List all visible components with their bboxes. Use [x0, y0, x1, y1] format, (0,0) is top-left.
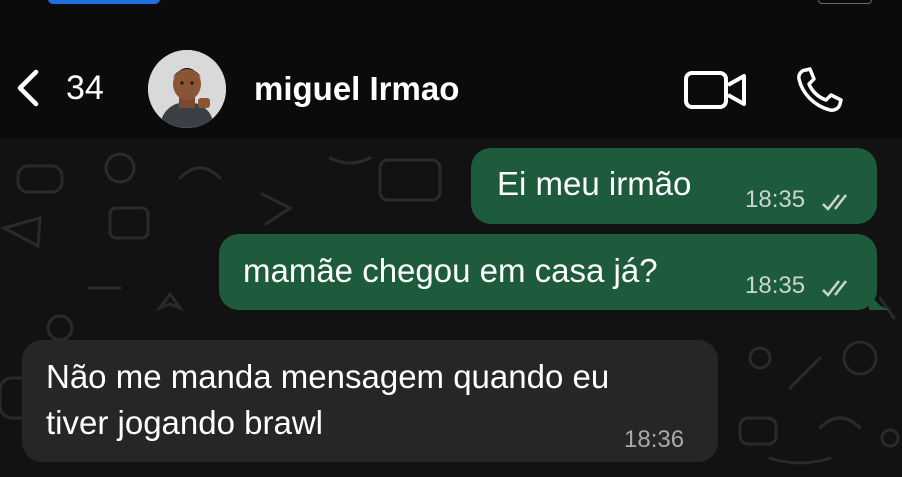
contact-name[interactable]: miguel Irmao: [254, 70, 459, 108]
status-bar: [0, 0, 902, 12]
double-check-icon: [822, 280, 847, 297]
avatar-photo: [148, 50, 226, 128]
chat-header: 34 miguel Irmao: [0, 30, 902, 138]
back-button[interactable]: 34: [12, 68, 104, 108]
message-bubble[interactable]: Ei meu irmão 18:35: [471, 148, 877, 224]
message-bubble[interactable]: mamãe chegou em casa já? 18:35: [219, 234, 891, 310]
phone-icon: [797, 67, 843, 112]
message-time: 18:36: [624, 426, 685, 453]
bubble-tail: [869, 286, 891, 310]
message-text: Ei meu irmão: [497, 165, 692, 202]
video-camera-icon: [684, 71, 746, 109]
battery-indicator: [818, 0, 872, 4]
chat-area[interactable]: Ei meu irmão 18:35 mamãe chegou em casa …: [0, 138, 902, 477]
avatar[interactable]: [148, 50, 226, 128]
message-text: mamãe chegou em casa já?: [243, 252, 658, 289]
message-time: 18:35: [745, 186, 806, 213]
message-bubble[interactable]: Não me manda mensagem quando eu tiver jo…: [22, 340, 718, 462]
video-call-button[interactable]: [684, 70, 748, 110]
back-chevron-icon: [17, 69, 39, 107]
message-time: 18:35: [745, 272, 806, 299]
message-text-line: tiver jogando brawl: [46, 404, 323, 441]
voice-call-button[interactable]: [794, 66, 850, 114]
status-pill: [48, 0, 160, 4]
double-check-icon: [822, 194, 847, 211]
message-text-line: Não me manda mensagem quando eu: [46, 358, 610, 395]
unread-count: 34: [66, 68, 104, 107]
